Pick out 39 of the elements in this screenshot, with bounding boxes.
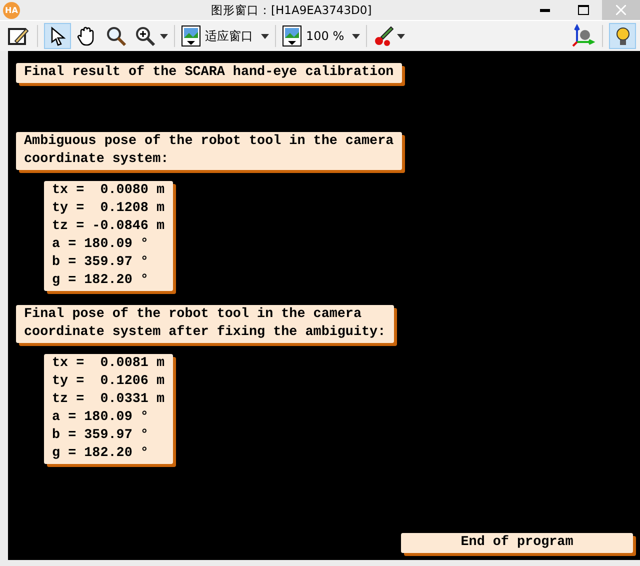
- maximize-icon[interactable]: [578, 5, 588, 15]
- tool-button[interactable]: [44, 23, 71, 49]
- message-line: tz = -0.0846 m: [52, 218, 164, 236]
- message-line: b = 359.97 °: [52, 427, 148, 445]
- message-line: Final pose of the robot tool in the camera: [24, 306, 362, 324]
- message-line: g = 182.20 °: [52, 272, 148, 290]
- caret-icon[interactable]: [397, 34, 406, 38]
- fit-window-icon[interactable]: [181, 25, 201, 47]
- close-icon: [616, 5, 626, 15]
- message-line: coordinate system after fixing the ambiguity:: [24, 324, 386, 342]
- caret-icon[interactable]: [352, 34, 360, 38]
- message-line: ty = 0.1206 m: [52, 373, 164, 391]
- zoom-level-label[interactable]: 100 %: [306, 29, 344, 43]
- paint-brush-icon[interactable]: [373, 25, 396, 47]
- caret-icon[interactable]: [261, 34, 269, 38]
- message-line: ty = 0.1208 m: [52, 200, 164, 218]
- tool-button[interactable]: [609, 23, 636, 49]
- message-line: tx = 0.0080 m: [52, 182, 164, 200]
- fit-window-label[interactable]: 适应窗口: [205, 28, 253, 44]
- message-line: a = 180.09 °: [52, 409, 148, 427]
- message-line: g = 182.20 °: [52, 445, 148, 463]
- pencil-icon: [6, 25, 28, 47]
- message-line: Ambiguous pose of the robot tool in the camera: [24, 133, 394, 151]
- search-icon: [104, 25, 126, 47]
- message-line: tx = 0.0081 m: [52, 355, 164, 373]
- zoom-level-icon[interactable]: [282, 25, 302, 47]
- message-line: b = 359.97 °: [52, 254, 148, 272]
- caret-icon[interactable]: [160, 34, 168, 38]
- message-line: a = 180.09 °: [52, 236, 148, 254]
- zoom-in-icon: [134, 25, 156, 47]
- message-line: tz = 0.0331 m: [52, 391, 164, 409]
- window-title: 图形窗口：[H1A9EA3743D0]: [211, 3, 372, 18]
- pointer-icon: [48, 26, 66, 46]
- message-line: End of program: [460, 534, 574, 552]
- app-logo: HA: [3, 2, 20, 19]
- axes-icon: [570, 24, 594, 48]
- minimize-icon[interactable]: [540, 8, 550, 12]
- message-line: coordinate system:: [24, 151, 169, 169]
- message-line: Final result of the SCARA hand-eye calibration: [24, 64, 394, 82]
